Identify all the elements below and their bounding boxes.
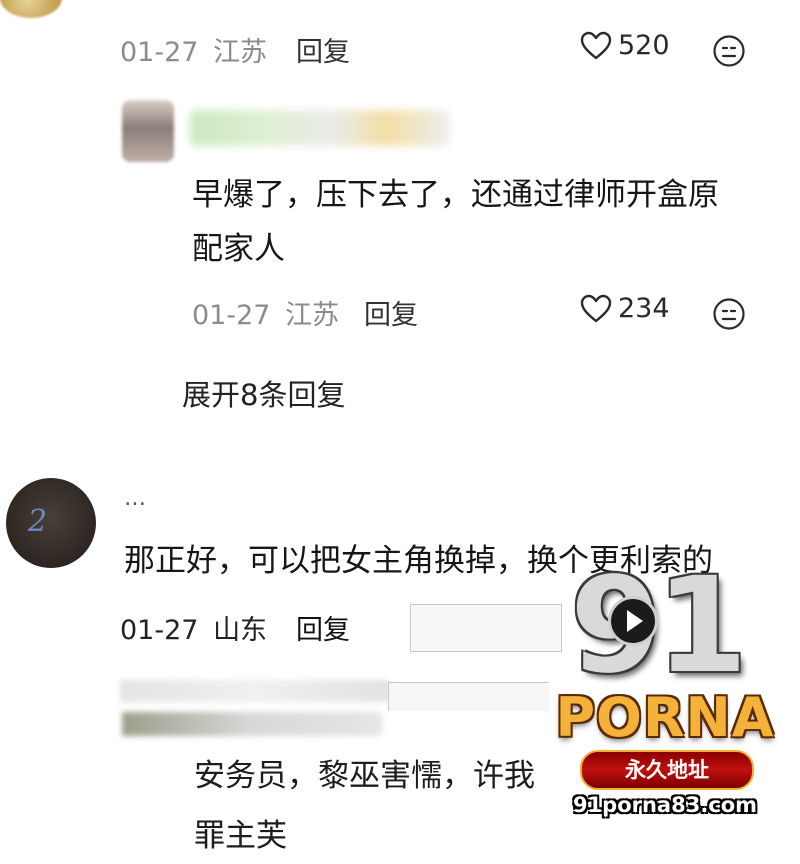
comment-meta: 01-27 山东: [120, 608, 267, 647]
comment-location: 江苏: [213, 37, 268, 68]
reply-avatar[interactable]: [122, 100, 174, 162]
like-button[interactable]: 234: [580, 293, 670, 324]
username: …: [124, 486, 148, 511]
logo-tagline: 永久地址: [580, 750, 754, 790]
play-icon: [608, 596, 658, 646]
neutral-face-icon[interactable]: [712, 297, 746, 331]
logo-brand: PORNA: [555, 686, 775, 749]
heart-icon: [580, 294, 612, 322]
comment-location: 山东: [213, 615, 268, 646]
comment-date: 01-27: [120, 37, 199, 68]
garbled-reply-text: 罪主芙: [194, 818, 287, 854]
reply-text-line: 配家人: [192, 231, 285, 267]
reply-button[interactable]: 回复: [296, 608, 350, 647]
reply-button[interactable]: 回复: [364, 293, 418, 332]
neutral-face-icon[interactable]: [712, 34, 746, 68]
like-count: 234: [618, 293, 670, 324]
watermark-logo: 91 PORNA 永久地址 91porna83.com: [540, 560, 790, 830]
reply-meta: 01-27 江苏: [192, 293, 339, 332]
blurred-username: [122, 712, 382, 736]
reply-location: 江苏: [285, 300, 340, 331]
smudge: [120, 680, 390, 702]
user-avatar[interactable]: [0, 0, 62, 18]
comment-meta: 01-27 江苏: [120, 30, 267, 69]
reply-date: 01-27: [192, 300, 271, 331]
comment-date: 01-27: [120, 615, 199, 646]
reply-text: 早爆了，压下去了，还通过律师开盒原 配家人: [192, 168, 719, 276]
garbled-reply-text: 安务员，黎巫害懦，许我: [194, 758, 535, 794]
blurred-username: [190, 110, 450, 146]
logo-url: 91porna83.com: [572, 793, 758, 817]
like-count: 520: [618, 30, 670, 61]
comment-thread: 01-27 江苏 回复 520 早爆了，压下去了，还通过律师开盒原 配家人 01…: [0, 0, 800, 864]
heart-icon: [580, 31, 612, 59]
expand-replies-link[interactable]: 展开8条回复: [182, 372, 345, 414]
reply-text-line: 早爆了，压下去了，还通过律师开盒原: [192, 177, 719, 213]
reply-button[interactable]: 回复: [296, 30, 350, 69]
redaction-box: [388, 682, 549, 711]
user-avatar[interactable]: 2: [6, 478, 96, 568]
like-button[interactable]: 520: [580, 30, 670, 61]
